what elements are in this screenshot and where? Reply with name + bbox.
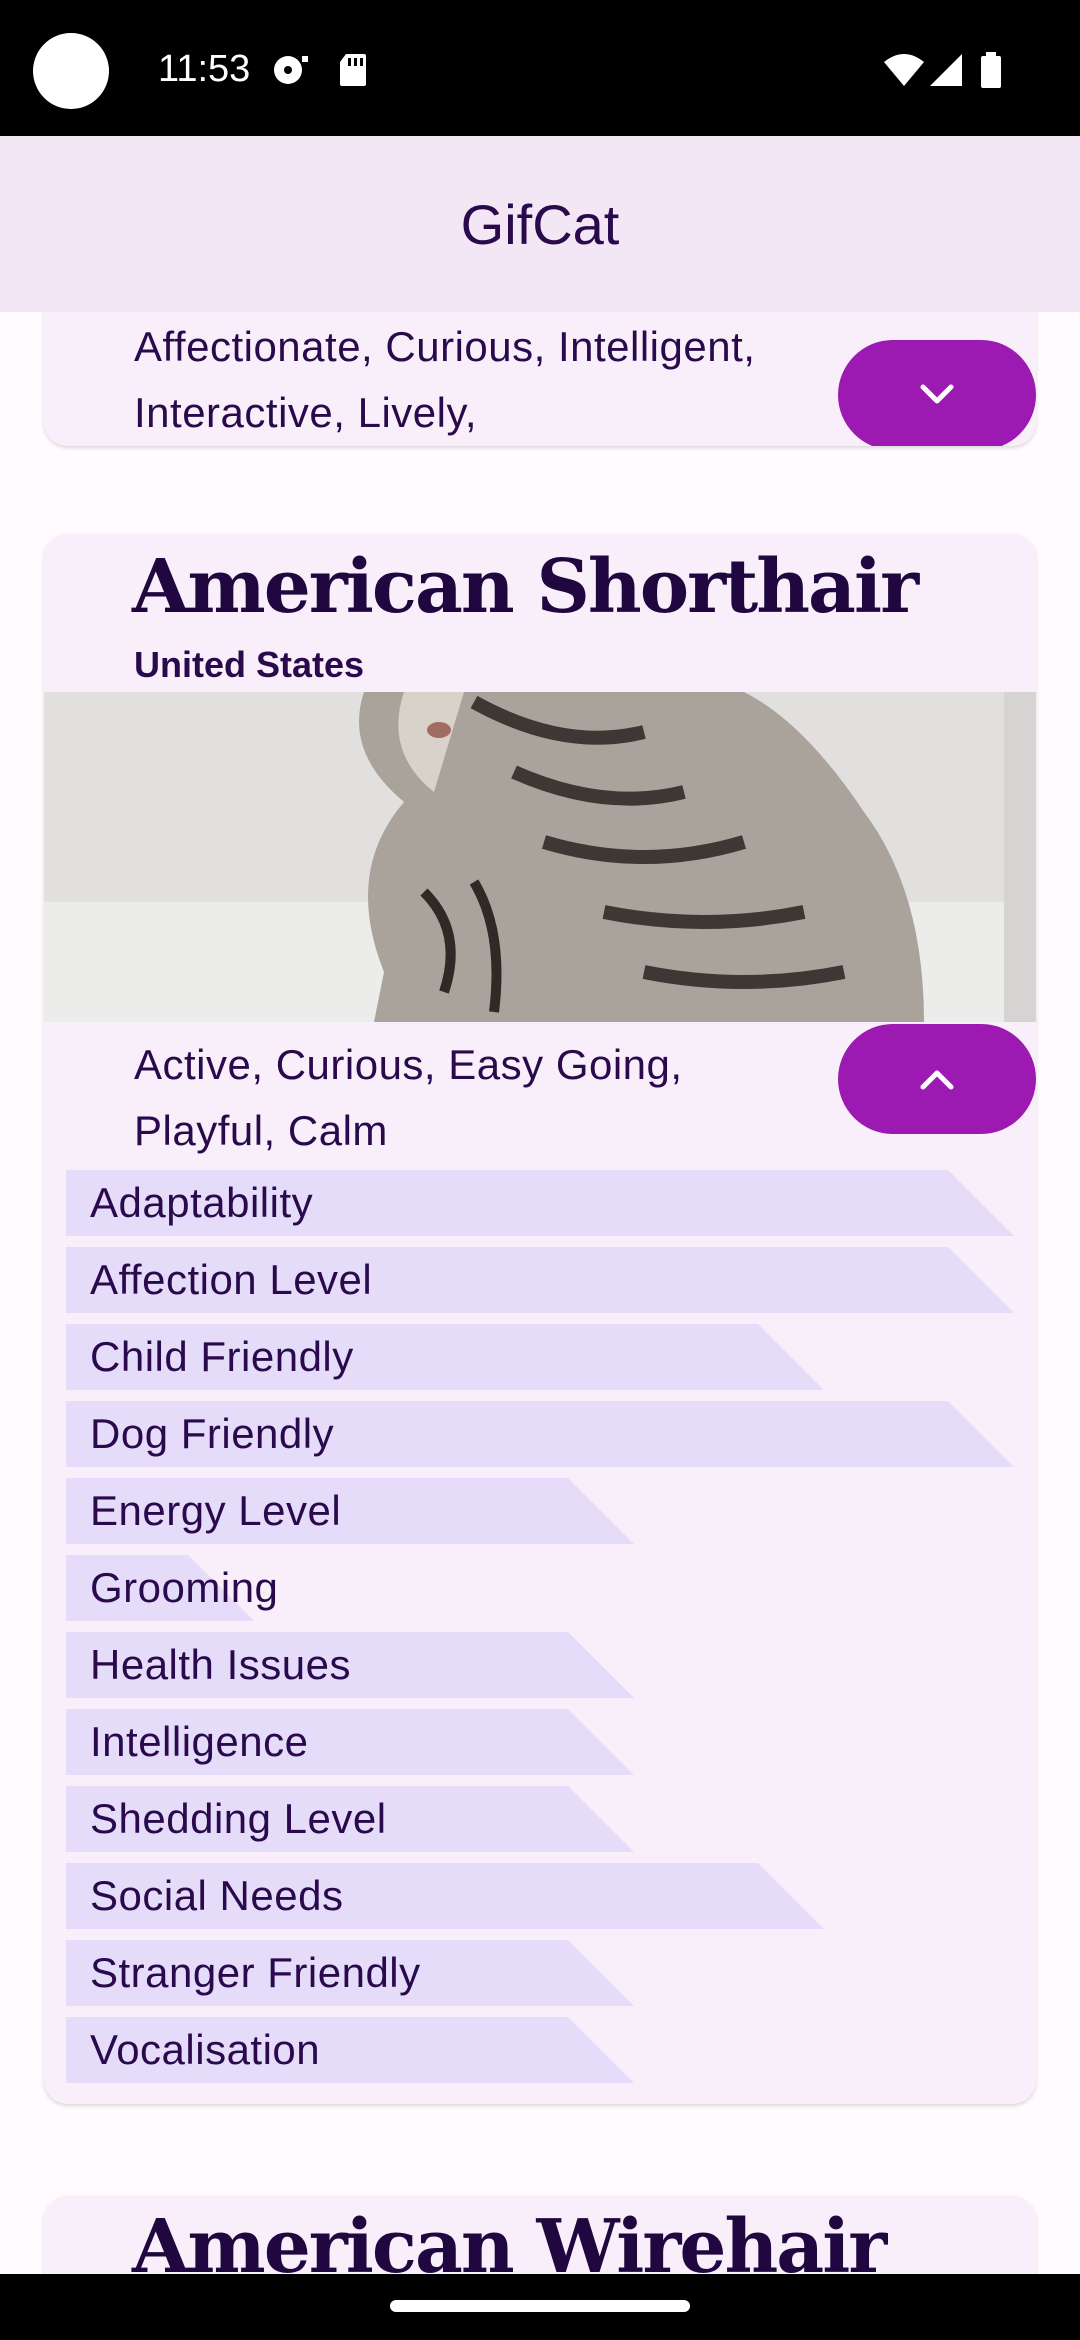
stat-row: Affection Level — [66, 1247, 1014, 1313]
stat-label: Dog Friendly — [90, 1410, 335, 1457]
stat-row: Vocalisation — [66, 2017, 1014, 2083]
stat-label: Energy Level — [90, 1487, 342, 1534]
breed-name: American Wirehair — [132, 2204, 887, 2274]
sd-card-icon — [340, 54, 366, 86]
app-bar: GifCat — [0, 136, 1080, 312]
stat-label: Adaptability — [90, 1179, 314, 1226]
home-gesture-handle[interactable] — [390, 2300, 690, 2312]
navigation-bar — [0, 2274, 1080, 2340]
stat-row: Dog Friendly — [66, 1401, 1014, 1467]
signal-icon — [930, 54, 962, 86]
cat-photo — [44, 692, 1036, 1022]
breed-list[interactable]: Affectionate, Curious, Intelligent, Inte… — [0, 312, 1080, 2274]
chevron-up-icon — [920, 1070, 954, 1090]
stat-label: Grooming — [90, 1564, 279, 1611]
breed-card[interactable]: American Wirehair — [44, 2196, 1036, 2274]
stat-row: Health Issues — [66, 1632, 1014, 1698]
stat-label: Health Issues — [90, 1641, 351, 1688]
stat-label: Affection Level — [90, 1256, 373, 1303]
wifi-icon — [884, 54, 924, 86]
expand-button[interactable] — [838, 340, 1036, 446]
media-icon — [274, 56, 308, 84]
temperament-text: Active, Curious, Easy Going, Playful, Ca… — [134, 1041, 683, 1154]
stat-row: Stranger Friendly — [66, 1940, 1014, 2006]
breed-card[interactable]: Affectionate, Curious, Intelligent, Inte… — [44, 312, 1036, 446]
app-title: GifCat — [460, 192, 620, 256]
breed-origin: United States — [134, 644, 365, 685]
status-time: 11:53 — [158, 48, 251, 90]
chevron-down-icon — [920, 384, 954, 404]
stat-row: Child Friendly — [66, 1324, 1014, 1390]
battery-icon — [981, 52, 1001, 88]
stat-label: Child Friendly — [90, 1333, 354, 1380]
status-bar: 11:53 — [0, 0, 1080, 136]
temperament-text: Affectionate, Curious, Intelligent, Inte… — [134, 323, 756, 436]
collapse-button[interactable] — [838, 1024, 1036, 1134]
breed-card[interactable]: American Shorthair United States Active,… — [44, 534, 1036, 2104]
stat-row: Energy Level — [66, 1478, 1014, 1544]
stat-row: Shedding Level — [66, 1786, 1014, 1852]
stat-label: Intelligence — [90, 1718, 309, 1765]
stat-row: Grooming — [66, 1555, 1014, 1621]
stat-row: Intelligence — [66, 1709, 1014, 1775]
stat-row: Social Needs — [66, 1863, 1014, 1929]
stat-label: Vocalisation — [90, 2026, 321, 2073]
stat-label: Social Needs — [90, 1872, 344, 1919]
stat-label: Stranger Friendly — [90, 1949, 421, 1996]
stat-row: Adaptability — [66, 1170, 1014, 1236]
stat-label: Shedding Level — [90, 1795, 387, 1842]
breed-name: American Shorthair — [132, 544, 919, 630]
camera-cutout — [33, 33, 109, 109]
